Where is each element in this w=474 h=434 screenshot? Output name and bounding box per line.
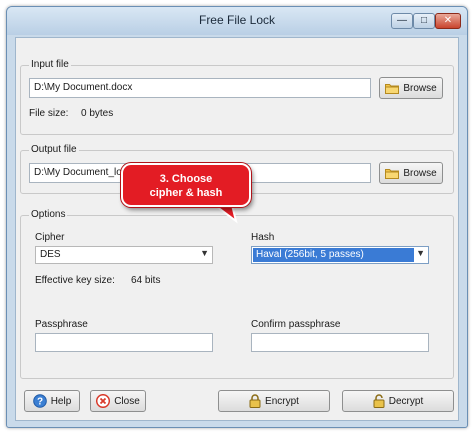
callout-line-2: cipher & hash: [149, 187, 223, 199]
callout-line-1: 3. Choose: [159, 173, 213, 185]
encrypt-label: Encrypt: [265, 395, 299, 407]
minimize-button[interactable]: —: [391, 13, 413, 29]
output-browse-button[interactable]: Browse: [379, 162, 443, 184]
folder-icon: [385, 168, 400, 179]
options-group: Options Cipher DES ▼ Hash Haval (256bit,…: [20, 209, 454, 379]
folder-icon: [385, 83, 400, 94]
cipher-label: Cipher: [35, 232, 65, 243]
file-size-label: File size:: [29, 108, 69, 119]
encrypt-button[interactable]: Encrypt: [218, 390, 330, 412]
input-file-legend: Input file: [29, 59, 71, 70]
file-size-value: 0 bytes: [81, 108, 114, 119]
close-window-button[interactable]: ✕: [435, 13, 461, 29]
decrypt-label: Decrypt: [388, 395, 424, 407]
hash-label: Hash: [251, 232, 275, 243]
cipher-select[interactable]: DES ▼: [35, 246, 213, 264]
output-file-legend: Output file: [29, 144, 79, 155]
hash-value: Haval (256bit, 5 passes): [253, 248, 414, 262]
callout-annotation: 3. Choose cipher & hash: [121, 163, 251, 207]
help-button[interactable]: ? Help: [24, 390, 80, 412]
help-label: Help: [50, 395, 72, 407]
passphrase-input[interactable]: [35, 333, 213, 352]
help-icon: ?: [32, 394, 47, 408]
input-browse-button[interactable]: Browse: [379, 77, 443, 99]
key-size-value: 64 bits: [131, 275, 161, 286]
input-browse-label: Browse: [403, 82, 437, 94]
title-bar[interactable]: Free File Lock — □ ✕: [7, 7, 467, 35]
lock-icon: [249, 394, 261, 408]
options-legend: Options: [29, 209, 68, 220]
close-label: Close: [114, 395, 140, 407]
confirm-passphrase-label: Confirm passphrase: [251, 319, 341, 330]
decrypt-button[interactable]: Decrypt: [342, 390, 454, 412]
hash-select[interactable]: Haval (256bit, 5 passes) ▼: [251, 246, 429, 264]
passphrase-label: Passphrase: [35, 319, 88, 330]
chevron-down-icon: ▼: [416, 248, 425, 258]
svg-text:?: ?: [37, 397, 43, 408]
input-file-group: Input file D:\My Document.docx Browse Fi…: [20, 59, 454, 135]
input-file-path[interactable]: D:\My Document.docx: [29, 78, 371, 98]
close-icon: [96, 394, 111, 408]
confirm-passphrase-input[interactable]: [251, 333, 429, 352]
chevron-down-icon: ▼: [200, 248, 209, 258]
unlock-icon: [373, 394, 385, 408]
output-browse-label: Browse: [403, 167, 437, 179]
client-area: Input file D:\My Document.docx Browse Fi…: [15, 37, 459, 421]
key-size-label: Effective key size:: [35, 275, 115, 286]
close-button[interactable]: Close: [90, 390, 146, 412]
maximize-button[interactable]: □: [413, 13, 435, 29]
cipher-value: DES: [40, 249, 61, 260]
